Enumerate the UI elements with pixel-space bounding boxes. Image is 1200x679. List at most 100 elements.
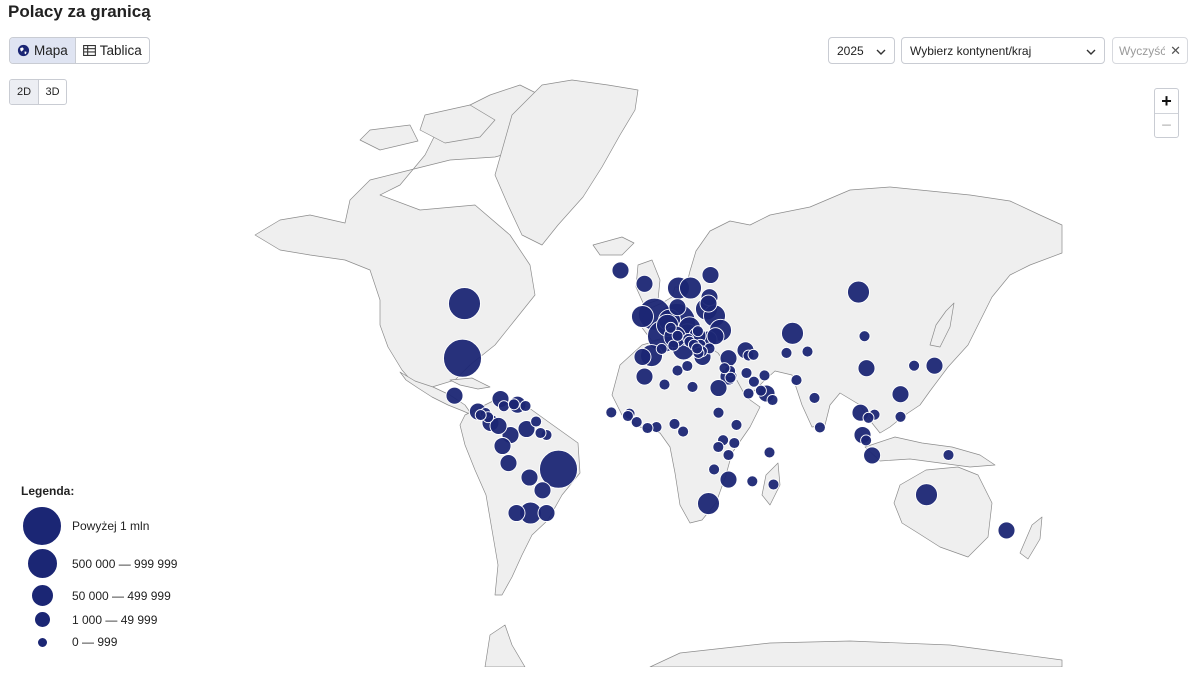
country-bubble[interactable] — [709, 379, 728, 397]
close-icon[interactable]: ✕ — [1170, 43, 1181, 59]
country-bubble[interactable] — [847, 280, 870, 304]
country-bubble[interactable] — [691, 325, 704, 338]
legend-label: Powyżej 1 mln — [72, 519, 150, 533]
country-bubble[interactable] — [691, 342, 704, 355]
country-bubble[interactable] — [712, 406, 725, 419]
country-bubble[interactable] — [448, 287, 481, 321]
country-bubble[interactable] — [767, 478, 780, 491]
country-bubble[interactable] — [677, 425, 690, 438]
zoom-in-button[interactable]: + — [1155, 89, 1178, 113]
country-bubble[interactable] — [722, 449, 735, 461]
country-bubble[interactable] — [730, 418, 743, 431]
country-bubble[interactable] — [493, 437, 512, 455]
clear-filter-input[interactable] — [1119, 43, 1165, 58]
country-bubble[interactable] — [813, 421, 826, 434]
country-bubble[interactable] — [520, 468, 539, 487]
country-bubble[interactable] — [445, 386, 464, 405]
country-bubble[interactable] — [443, 338, 482, 378]
table-view-label: Tablica — [99, 43, 142, 58]
country-bubble[interactable] — [801, 345, 814, 358]
map-view-button[interactable]: Mapa — [10, 38, 75, 63]
country-bubble[interactable] — [605, 406, 618, 419]
country-bubble[interactable] — [671, 364, 684, 377]
country-bubble[interactable] — [747, 348, 760, 361]
country-bubble[interactable] — [925, 356, 944, 375]
country-bubble[interactable] — [863, 446, 882, 465]
country-bubble[interactable] — [630, 416, 643, 429]
globe-icon — [17, 44, 30, 57]
country-bubble[interactable] — [635, 367, 654, 386]
land-australia — [893, 466, 993, 558]
zoom-out-button[interactable]: − — [1155, 113, 1178, 137]
country-bubble[interactable] — [633, 347, 652, 366]
country-bubble[interactable] — [497, 400, 510, 413]
country-bubble[interactable] — [499, 454, 518, 473]
country-bubble[interactable] — [712, 441, 725, 453]
legend-bubble-m — [30, 584, 54, 607]
country-bubble[interactable] — [667, 339, 680, 352]
country-bubble[interactable] — [658, 378, 671, 391]
country-bubble[interactable] — [781, 321, 804, 345]
year-select[interactable]: 2025 — [828, 37, 895, 64]
country-bubble[interactable] — [742, 387, 755, 400]
country-bubble[interactable] — [668, 417, 681, 430]
table-view-button[interactable]: Tablica — [74, 38, 149, 63]
legend-item: Powyżej 1 mln — [21, 506, 149, 546]
country-bubble[interactable] — [808, 391, 821, 404]
country-bubble[interactable] — [686, 380, 699, 393]
legend-bubble-xl — [22, 506, 62, 546]
country-bubble[interactable] — [679, 276, 702, 300]
country-bubble[interactable] — [891, 385, 910, 404]
chevron-down-icon — [1086, 44, 1096, 58]
country-bubble[interactable] — [530, 415, 543, 428]
country-bubble[interactable] — [728, 437, 741, 449]
country-bubble[interactable] — [908, 359, 921, 372]
country-bubble[interactable] — [681, 360, 694, 372]
country-bubble[interactable] — [631, 305, 654, 328]
country-bubble[interactable] — [507, 398, 520, 411]
world-map[interactable] — [250, 75, 1065, 667]
3d-button[interactable]: 3D — [38, 80, 66, 104]
country-bubble[interactable] — [519, 400, 532, 412]
country-bubble[interactable] — [758, 369, 771, 382]
country-bubble[interactable] — [894, 410, 907, 423]
country-bubble[interactable] — [763, 446, 776, 459]
country-bubble[interactable] — [790, 374, 803, 387]
country-bubble[interactable] — [474, 409, 487, 422]
country-bubble[interactable] — [860, 434, 873, 447]
country-bubble[interactable] — [641, 422, 654, 434]
region-select[interactable]: Wybierz kontynent/kraj — [901, 37, 1105, 64]
country-bubble[interactable] — [747, 375, 760, 388]
country-bubble[interactable] — [668, 298, 687, 317]
country-bubble[interactable] — [746, 475, 759, 488]
country-bubble[interactable] — [697, 492, 720, 516]
country-bubble[interactable] — [857, 359, 876, 378]
country-bubble[interactable] — [766, 394, 779, 406]
country-bubble[interactable] — [740, 367, 753, 379]
country-bubble[interactable] — [533, 481, 552, 500]
table-icon — [82, 45, 96, 56]
2d-button[interactable]: 2D — [10, 80, 38, 104]
country-bubble[interactable] — [708, 463, 721, 476]
country-bubble[interactable] — [858, 330, 871, 343]
country-bubble[interactable] — [655, 342, 668, 355]
country-bubble[interactable] — [780, 346, 793, 359]
country-bubble[interactable] — [997, 521, 1016, 540]
country-bubble[interactable] — [706, 327, 725, 346]
country-bubble[interactable] — [534, 427, 547, 439]
country-bubble[interactable] — [754, 384, 767, 397]
country-bubble[interactable] — [507, 504, 526, 522]
country-bubble[interactable] — [862, 411, 875, 424]
country-bubble[interactable] — [635, 274, 654, 293]
dimension-toggle: 2D 3D — [9, 79, 67, 105]
country-bubble[interactable] — [537, 504, 556, 522]
country-bubble[interactable] — [701, 266, 720, 284]
country-bubble[interactable] — [915, 483, 938, 507]
country-bubble[interactable] — [671, 329, 684, 342]
country-bubble[interactable] — [611, 261, 630, 280]
country-bubble[interactable] — [724, 371, 737, 384]
country-bubble[interactable] — [942, 449, 955, 461]
country-bubble[interactable] — [699, 294, 718, 313]
country-bubble[interactable] — [718, 362, 731, 375]
country-bubble[interactable] — [719, 470, 738, 489]
